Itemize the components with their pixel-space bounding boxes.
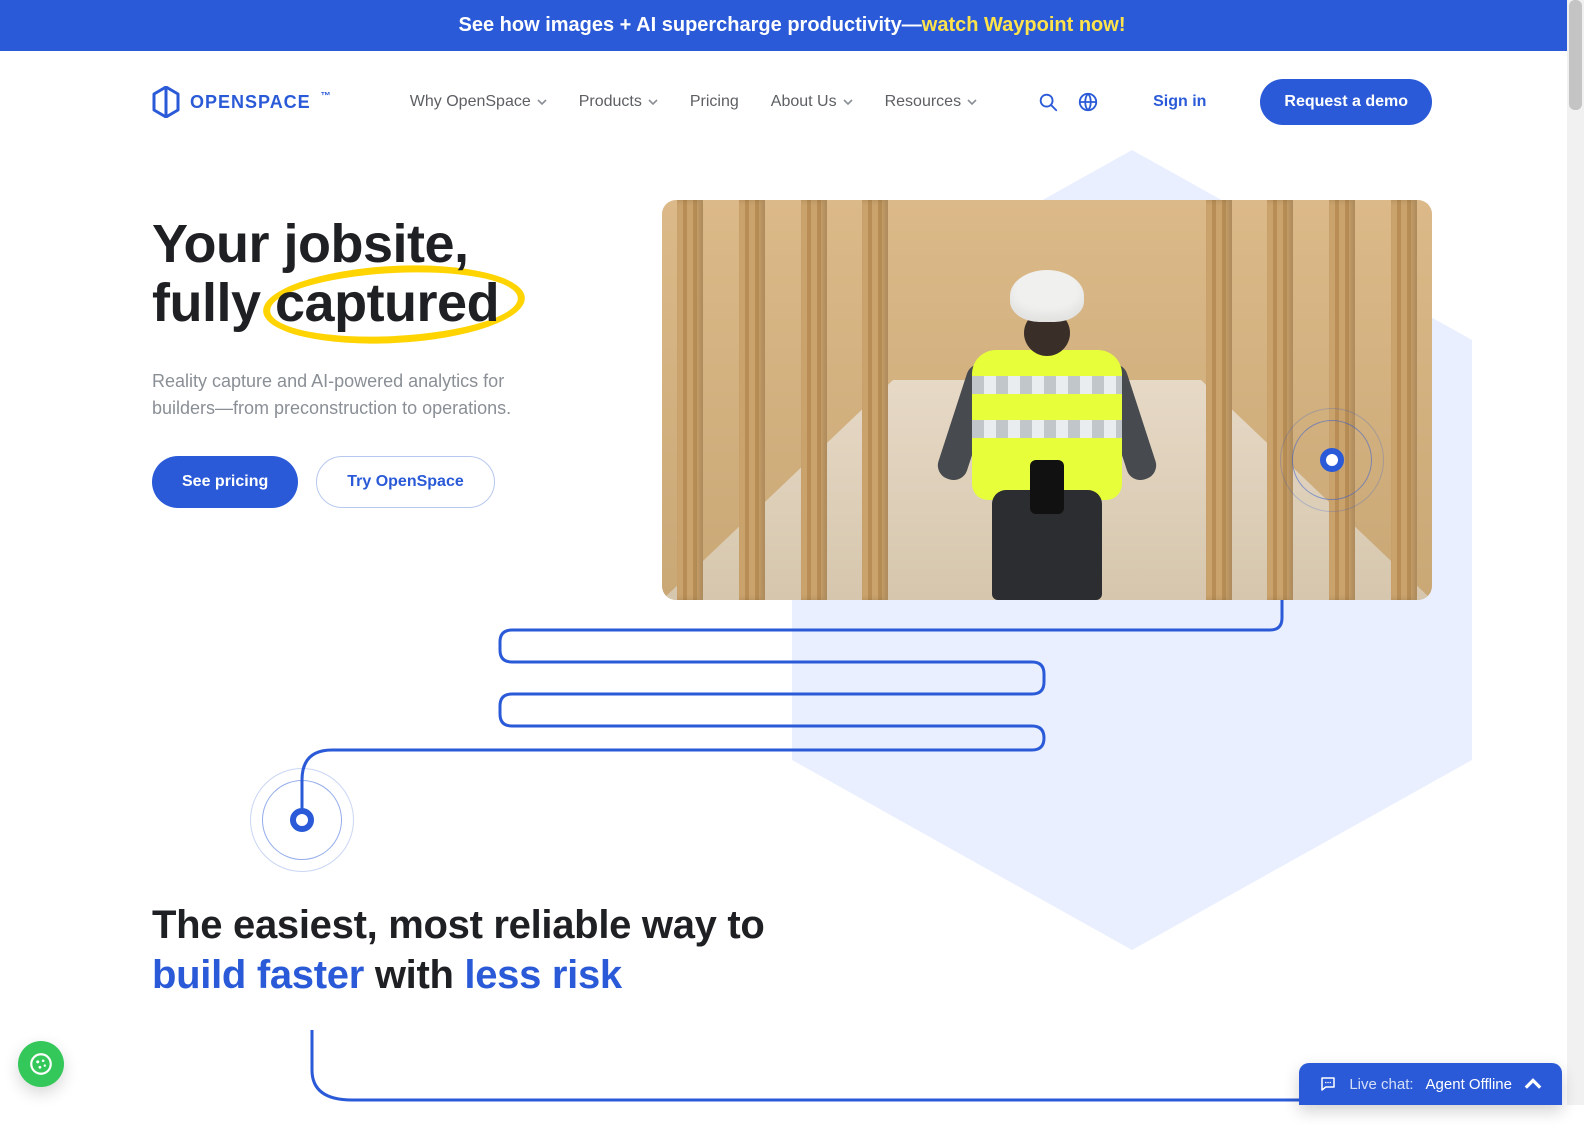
announcement-cta[interactable]: watch Waypoint now! [922,14,1126,36]
logo-icon [152,86,180,118]
nav-products[interactable]: Products [579,93,658,111]
primary-nav: Why OpenSpace Products Pricing About Us … [410,79,1432,125]
connector-path-2 [152,1030,1432,1120]
search-icon[interactable] [1037,91,1059,113]
hero-section: Your jobsite, fully captured Reality cap… [152,200,1432,600]
path-node-start [1302,430,1362,490]
site-header: OPENSPACE™ Why OpenSpace Products Pricin… [152,51,1432,145]
chevron-down-icon [537,97,547,107]
nav-pricing[interactable]: Pricing [690,93,739,111]
scrollbar-thumb[interactable] [1569,0,1582,110]
cookie-settings-button[interactable] [18,1041,64,1087]
chevron-down-icon [967,97,977,107]
chevron-down-icon [648,97,658,107]
chevron-up-icon [1524,1075,1542,1093]
nav-resources[interactable]: Resources [885,93,977,111]
chevron-down-icon [843,97,853,107]
globe-icon[interactable] [1077,91,1099,113]
hero-copy: Your jobsite, fully captured Reality cap… [152,200,632,600]
chat-prefix: Live chat: [1349,1076,1413,1093]
brand-logo[interactable]: OPENSPACE™ [152,86,332,118]
path-node-end [272,790,332,850]
request-demo-button[interactable]: Request a demo [1260,79,1432,125]
announcement-text: See how images + AI supercharge producti… [459,14,922,36]
section-headline: The easiest, most reliable way to build … [152,900,1432,1000]
cookie-icon [28,1051,54,1077]
live-chat-widget[interactable]: Live chat: Agent Offline [1299,1063,1562,1105]
announcement-bar[interactable]: See how images + AI supercharge producti… [0,0,1584,51]
nav-why-openspace[interactable]: Why OpenSpace [410,93,547,111]
hero-subtitle: Reality capture and AI-powered analytics… [152,368,532,422]
nav-about-us[interactable]: About Us [771,93,853,111]
sign-in-link[interactable]: Sign in [1153,93,1206,111]
chat-icon [1319,1075,1337,1093]
brand-name: OPENSPACE [190,92,311,113]
scrollbar[interactable] [1567,0,1584,1105]
see-pricing-button[interactable]: See pricing [152,456,298,508]
try-openspace-button[interactable]: Try OpenSpace [316,456,495,508]
worker-illustration [957,270,1137,600]
chat-status: Agent Offline [1426,1076,1512,1093]
hero-title: Your jobsite, fully captured [152,215,632,334]
hero-image [662,200,1432,600]
connector-graphic [152,600,1432,860]
